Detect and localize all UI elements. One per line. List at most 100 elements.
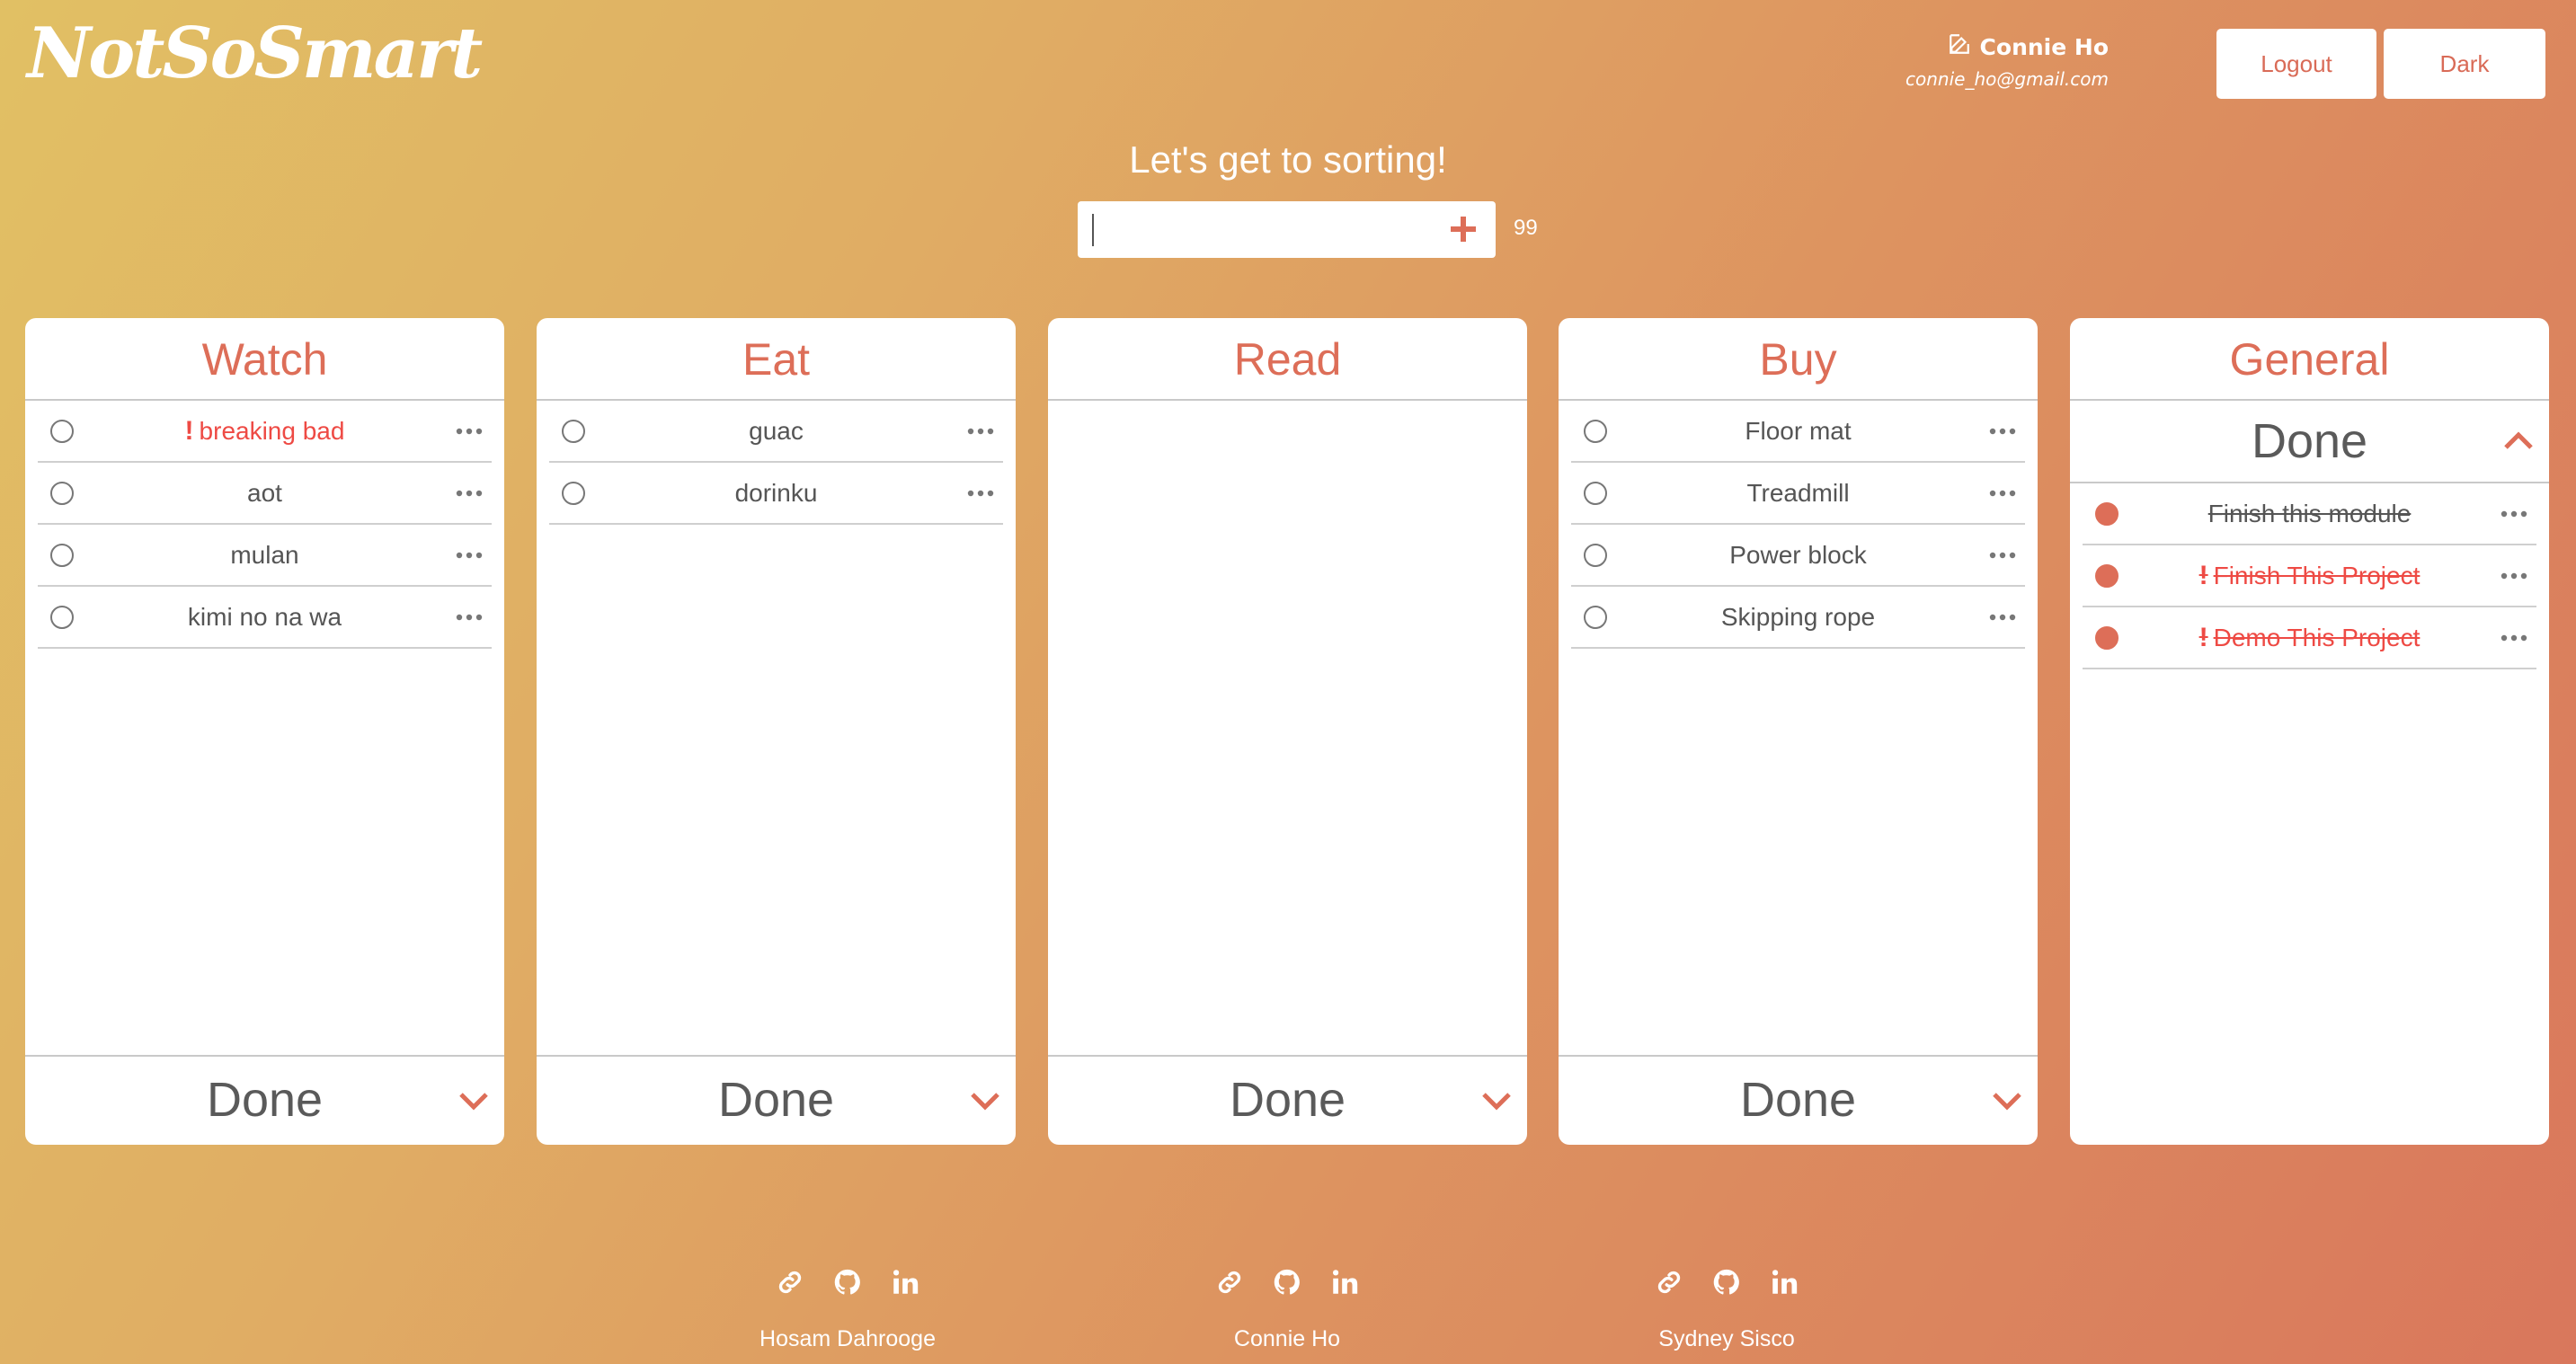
task-label[interactable]: aot	[247, 479, 282, 508]
github-icon[interactable]	[832, 1267, 863, 1298]
urgent-icon: !	[2198, 560, 2208, 590]
linkedin-icon[interactable]	[1769, 1267, 1799, 1298]
task-row: Power block	[1571, 525, 2025, 587]
task-complete-radio[interactable]	[50, 481, 74, 505]
column-eat: Eat guac dorinku Done	[537, 318, 1016, 1145]
add-task-input[interactable]	[1090, 210, 1432, 250]
column-title: Read	[1048, 318, 1527, 401]
chevron-down-icon[interactable]	[1479, 1085, 1515, 1116]
task-complete-radio[interactable]	[50, 419, 74, 443]
edit-profile-icon[interactable]	[1948, 32, 1971, 61]
done-label: Done	[1229, 1073, 1346, 1127]
more-options-icon[interactable]	[2500, 572, 2527, 580]
column-buy: Buy Floor mat Treadmill Power block Skip…	[1559, 318, 2038, 1145]
logout-button[interactable]: Logout	[2216, 29, 2376, 99]
column-title: General	[2070, 318, 2549, 401]
task-label[interactable]: guac	[749, 417, 804, 446]
task-complete-radio[interactable]	[2095, 501, 2119, 526]
chevron-up-icon[interactable]	[2500, 426, 2536, 456]
task-row: Treadmill	[1571, 463, 2025, 525]
done-task-row: Finish this module	[2083, 483, 2536, 545]
task-complete-radio[interactable]	[1584, 419, 1607, 443]
task-row: Floor mat	[1571, 401, 2025, 463]
task-complete-radio[interactable]	[1584, 605, 1607, 629]
task-label[interactable]: Floor mat	[1745, 417, 1851, 446]
more-options-icon[interactable]	[456, 614, 483, 621]
more-options-icon[interactable]	[967, 428, 994, 435]
task-complete-radio[interactable]	[562, 481, 585, 505]
link-icon[interactable]	[775, 1267, 805, 1298]
done-section-toggle[interactable]: Done	[2070, 401, 2549, 483]
column-read: Read Done	[1048, 318, 1527, 1145]
task-complete-radio[interactable]	[1584, 481, 1607, 505]
task-label[interactable]: dorinku	[735, 479, 818, 508]
footer-credit: Sydney Sisco	[1592, 1267, 1861, 1352]
task-label[interactable]: Power block	[1729, 541, 1867, 570]
task-complete-radio[interactable]	[50, 605, 74, 629]
done-section-toggle[interactable]: Done	[537, 1055, 1016, 1145]
more-options-icon[interactable]	[1989, 614, 2016, 621]
footer-credit: Connie Ho	[1152, 1267, 1422, 1352]
footer-name: Hosam Dahrooge	[759, 1326, 936, 1351]
more-options-icon[interactable]	[967, 490, 994, 497]
link-icon[interactable]	[1214, 1267, 1245, 1298]
link-icon[interactable]	[1654, 1267, 1684, 1298]
task-row: aot	[38, 463, 492, 525]
user-info: Connie Ho connie_ho@gmail.com	[1905, 32, 2109, 91]
add-task-box	[1078, 201, 1496, 258]
task-label[interactable]: Skipping rope	[1721, 603, 1875, 632]
task-label[interactable]: Treadmill	[1746, 479, 1849, 508]
github-icon[interactable]	[1711, 1267, 1742, 1298]
github-icon[interactable]	[1272, 1267, 1302, 1298]
task-complete-radio[interactable]	[50, 543, 74, 567]
linkedin-icon[interactable]	[890, 1267, 920, 1298]
task-complete-radio[interactable]	[1584, 543, 1607, 567]
done-task-row: ! Demo This Project	[2083, 607, 2536, 669]
done-label: Done	[2251, 414, 2368, 468]
more-options-icon[interactable]	[2500, 634, 2527, 642]
footer-name: Connie Ho	[1233, 1326, 1341, 1351]
footer-name: Sydney Sisco	[1658, 1326, 1795, 1351]
linkedin-icon[interactable]	[1329, 1267, 1360, 1298]
user-email: connie_ho@gmail.com	[1905, 68, 2109, 90]
task-row: mulan	[38, 525, 492, 587]
user-name[interactable]: Connie Ho	[1980, 34, 2109, 60]
task-label[interactable]: breaking bad	[200, 417, 345, 445]
done-label: Done	[717, 1073, 835, 1127]
column-title: Buy	[1559, 318, 2038, 401]
column-title: Watch	[25, 318, 504, 401]
chevron-down-icon[interactable]	[456, 1085, 492, 1116]
done-label: Done	[1739, 1073, 1857, 1127]
task-row: dorinku	[549, 463, 1003, 525]
more-options-icon[interactable]	[456, 428, 483, 435]
task-row: guac	[549, 401, 1003, 463]
more-options-icon[interactable]	[1989, 490, 2016, 497]
column-general: General Done Finish this module ! Finish …	[2070, 318, 2549, 1145]
done-section-toggle[interactable]: Done	[1048, 1055, 1527, 1145]
urgent-icon: !	[184, 415, 194, 446]
task-complete-radio[interactable]	[2095, 625, 2119, 650]
theme-toggle-button[interactable]: Dark	[2384, 29, 2545, 99]
chevron-down-icon[interactable]	[1989, 1085, 2025, 1116]
task-label[interactable]: mulan	[230, 541, 298, 570]
task-row: kimi no na wa	[38, 587, 492, 649]
chevron-down-icon[interactable]	[967, 1085, 1003, 1116]
task-label[interactable]: Finish This Project	[2214, 562, 2421, 589]
done-section-toggle[interactable]: Done	[1559, 1055, 2038, 1145]
column-watch: Watch ! breaking bad aot mulan kimi no na…	[25, 318, 504, 1145]
task-label[interactable]: Finish this module	[2208, 500, 2412, 528]
task-complete-radio[interactable]	[2095, 563, 2119, 588]
task-row: Skipping rope	[1571, 587, 2025, 649]
more-options-icon[interactable]	[1989, 428, 2016, 435]
task-complete-radio[interactable]	[562, 419, 585, 443]
task-label[interactable]: kimi no na wa	[188, 603, 342, 632]
add-task-button[interactable]	[1443, 209, 1483, 249]
more-options-icon[interactable]	[456, 490, 483, 497]
done-section-toggle[interactable]: Done	[25, 1055, 504, 1145]
task-row: ! breaking bad	[38, 401, 492, 463]
more-options-icon[interactable]	[2500, 510, 2527, 518]
tagline: Let's get to sorting!	[1129, 138, 1447, 181]
more-options-icon[interactable]	[456, 552, 483, 559]
task-label[interactable]: Demo This Project	[2214, 624, 2421, 651]
more-options-icon[interactable]	[1989, 552, 2016, 559]
